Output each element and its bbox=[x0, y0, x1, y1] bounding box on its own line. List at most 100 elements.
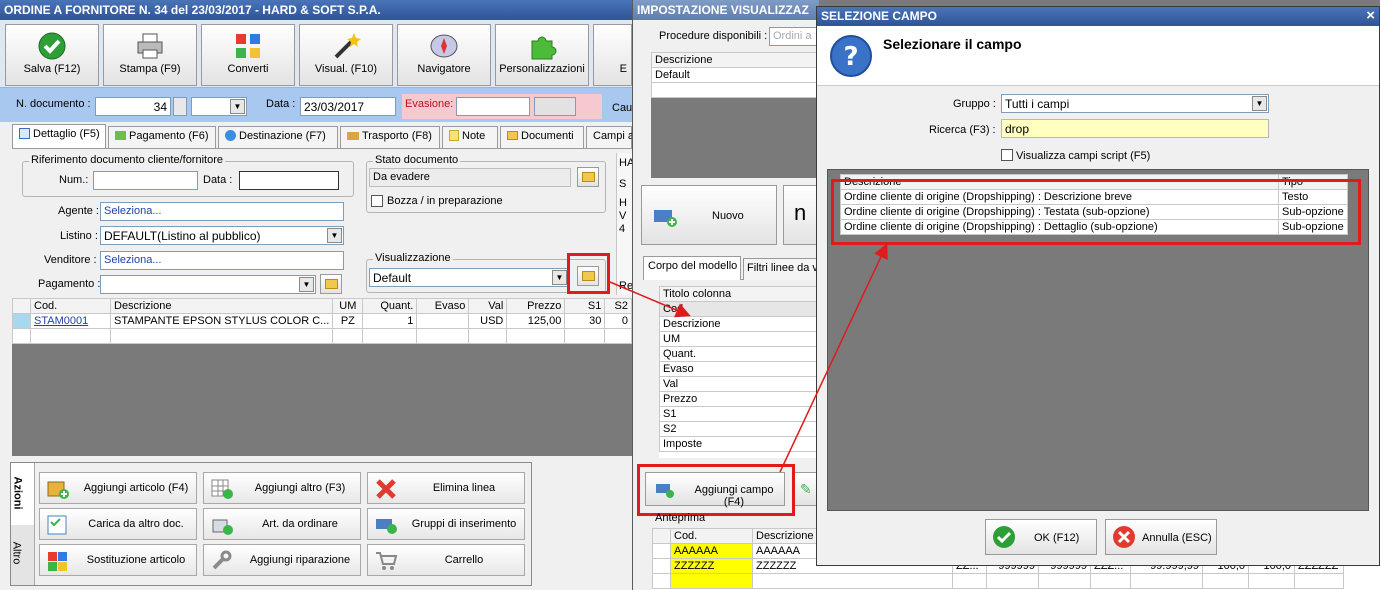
tab-destinazione[interactable]: Destinazione (F7) bbox=[218, 126, 338, 148]
visualizzazione-folder-button[interactable] bbox=[577, 266, 599, 286]
list-item[interactable]: Val bbox=[659, 376, 819, 392]
list-item[interactable]: Cod. bbox=[659, 301, 819, 317]
procedures-select[interactable]: Ordini a bbox=[769, 27, 819, 46]
art-to-order-button[interactable]: Art. da ordinare bbox=[203, 508, 361, 540]
tab-campi[interactable]: Campi a bbox=[586, 126, 634, 148]
list-item[interactable]: S2 bbox=[659, 421, 819, 437]
list-item[interactable]: S1 bbox=[659, 406, 819, 422]
grid-col-header[interactable]: Cod. bbox=[30, 298, 111, 314]
tab-filtri[interactable]: Filtri linee da v bbox=[743, 258, 819, 280]
grid-cell[interactable]: 30 bbox=[564, 313, 606, 329]
ref-num-field[interactable] bbox=[93, 171, 198, 190]
add-article-button[interactable]: Aggiungi articolo (F4) bbox=[39, 472, 197, 504]
art-to-order-label: Art. da ordinare bbox=[262, 518, 338, 530]
grid-cell[interactable]: 0 bbox=[604, 313, 632, 329]
tab-pagamento[interactable]: Pagamento (F6) bbox=[108, 126, 216, 148]
load-from-doc-button[interactable]: Carica da altro doc. bbox=[39, 508, 197, 540]
pagamento-folder-button[interactable] bbox=[320, 274, 342, 294]
grid-col-header[interactable]: Evaso bbox=[416, 298, 470, 314]
grid-cell[interactable]: 1 bbox=[362, 313, 418, 329]
bozza-checkbox[interactable] bbox=[371, 195, 383, 207]
close-icon[interactable]: × bbox=[1366, 7, 1375, 24]
new-button[interactable]: Nuovo bbox=[641, 185, 777, 245]
bozza-label: Bozza / in preparazione bbox=[387, 195, 503, 207]
list-item[interactable]: Prezzo bbox=[659, 391, 819, 407]
grid-col-header[interactable]: S1 bbox=[564, 298, 606, 314]
ref-date-field[interactable] bbox=[239, 171, 339, 190]
add-repair-button[interactable]: Aggiungi riparazione bbox=[203, 544, 361, 576]
group-select[interactable]: Tutti i campi ▼ bbox=[1001, 94, 1269, 113]
extra-button[interactable]: E bbox=[593, 24, 632, 86]
grid-cell[interactable]: PZ bbox=[332, 313, 364, 329]
list-item[interactable]: Ordine cliente di origine (Dropshipping)… bbox=[840, 204, 1348, 220]
search-input[interactable]: drop bbox=[1001, 119, 1269, 138]
replace-article-button[interactable]: Sostituzione articolo bbox=[39, 544, 197, 576]
script-checkbox[interactable] bbox=[1001, 149, 1013, 161]
ok-button[interactable]: OK (F12) bbox=[985, 519, 1097, 555]
check-icon bbox=[993, 526, 1015, 548]
grid-cell[interactable]: 125,00 bbox=[506, 313, 566, 329]
agente-field[interactable]: Seleziona... bbox=[100, 202, 344, 221]
tab-note[interactable]: Note bbox=[442, 126, 498, 148]
grid-col-header[interactable]: UM bbox=[332, 298, 364, 314]
date-field[interactable]: 23/03/2017 bbox=[300, 97, 396, 116]
tab-trasporto[interactable]: Trasporto (F8) bbox=[340, 126, 440, 148]
add-field-button[interactable]: Aggiungi campo (F4) bbox=[645, 472, 785, 508]
tab-corpo-modello[interactable]: Corpo del modello bbox=[643, 256, 741, 280]
list-item[interactable]: Imposte bbox=[659, 436, 819, 452]
n-button[interactable]: n bbox=[783, 185, 819, 245]
tab-dettaglio[interactable]: Dettaglio (F5) bbox=[12, 124, 106, 148]
pagamento-select[interactable]: ▼ bbox=[100, 275, 316, 294]
venditore-label: Venditore : bbox=[44, 254, 97, 266]
list-item[interactable] bbox=[651, 82, 819, 98]
list-item[interactable]: Ordine cliente di origine (Dropshipping)… bbox=[840, 189, 1348, 205]
venditore-field[interactable]: Seleziona... bbox=[100, 251, 344, 270]
tab-destinazione-label: Destinazione (F7) bbox=[239, 130, 326, 142]
list-item[interactable]: Quant. bbox=[659, 346, 819, 362]
table-row[interactable] bbox=[12, 328, 632, 344]
cart-button[interactable]: Carrello bbox=[367, 544, 525, 576]
side-label: Re bbox=[619, 280, 634, 292]
cancel-button[interactable]: Annulla (ESC) bbox=[1105, 519, 1217, 555]
add-other-button[interactable]: Aggiungi altro (F3) bbox=[203, 472, 361, 504]
list-item[interactable]: Descrizione bbox=[659, 316, 819, 332]
field-list-col-header[interactable]: Tipo bbox=[1278, 174, 1348, 190]
doc-series-select[interactable]: ▼ bbox=[191, 97, 247, 116]
grid-cell[interactable]: USD bbox=[468, 313, 508, 329]
side-tab-azioni[interactable]: Azioni bbox=[11, 463, 35, 525]
list-item[interactable]: Evaso bbox=[659, 361, 819, 377]
field-list-col-header[interactable]: Descrizione bbox=[840, 174, 1279, 190]
grid-col-header[interactable]: S2 bbox=[604, 298, 632, 314]
customizations-button[interactable]: Personalizzazioni bbox=[495, 24, 589, 86]
insert-groups-button[interactable]: Gruppi di inserimento bbox=[367, 508, 525, 540]
grid-col-header[interactable]: Prezzo bbox=[506, 298, 566, 314]
visualizzazione-select[interactable]: Default ▼ bbox=[369, 268, 569, 287]
evasion-field[interactable] bbox=[456, 97, 530, 116]
visual-button[interactable]: Visual. (F10) bbox=[299, 24, 393, 86]
navigator-button[interactable]: Navigatore bbox=[397, 24, 491, 86]
column-item: Prezzo bbox=[659, 391, 819, 407]
grid-col-header[interactable]: Quant. bbox=[362, 298, 418, 314]
save-button[interactable]: Salva (F12) bbox=[5, 24, 99, 86]
grid-cell[interactable] bbox=[416, 313, 470, 329]
tab-documenti[interactable]: Documenti bbox=[500, 126, 584, 148]
grid-cell-code[interactable]: STAM0001 bbox=[30, 313, 111, 329]
list-item[interactable]: UM bbox=[659, 331, 819, 347]
listino-select[interactable]: DEFAULT(Listino al pubblico) ▼ bbox=[100, 226, 344, 245]
print-button[interactable]: Stampa (F9) bbox=[103, 24, 197, 86]
list-item[interactable]: Default bbox=[651, 67, 819, 83]
convert-button[interactable]: Converti bbox=[201, 24, 295, 86]
table-row[interactable]: STAM0001 STAMPANTE EPSON STYLUS COLOR C.… bbox=[12, 313, 632, 329]
delete-line-button[interactable]: Elimina linea bbox=[367, 472, 525, 504]
grid-col-header[interactable]: Val bbox=[468, 298, 508, 314]
side-tab-altro[interactable]: Altro bbox=[10, 525, 35, 585]
group-value: Tutti i campi bbox=[1005, 97, 1070, 111]
evasion-extra-field[interactable] bbox=[534, 97, 576, 116]
add-field-label: Aggiungi campo (F4) bbox=[694, 484, 774, 508]
grid-col-header[interactable]: Descrizione bbox=[109, 298, 334, 314]
doc-number-field[interactable]: 34 bbox=[95, 97, 171, 116]
doc-number-spin[interactable] bbox=[173, 97, 187, 116]
list-item[interactable]: Ordine cliente di origine (Dropshipping)… bbox=[840, 219, 1348, 235]
stato-folder-button[interactable] bbox=[577, 167, 599, 187]
grid-cell[interactable]: STAMPANTE EPSON STYLUS COLOR C... bbox=[109, 313, 334, 329]
